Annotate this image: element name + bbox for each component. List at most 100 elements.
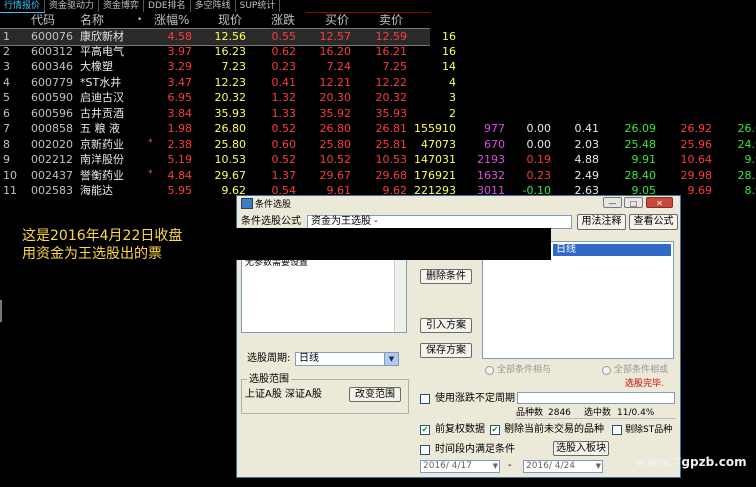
exclude-st-checkbox[interactable] — [612, 425, 622, 435]
col-flag: • — [137, 15, 143, 25]
radio-all-or[interactable] — [602, 366, 611, 375]
cell-ask: 12.59 — [375, 30, 408, 43]
cell-price: 26.80 — [214, 122, 247, 135]
chevron-down-icon[interactable]: ▼ — [384, 353, 398, 365]
cell-f4: 25.48 — [624, 137, 657, 151]
cell-ask: 20.32 — [375, 91, 408, 104]
cell-price: 10.53 — [214, 153, 247, 166]
annotation-line-1: 这是2016年4月22日收盘 — [22, 228, 183, 244]
cell-code: 000858 — [31, 122, 73, 135]
formula-label: 条件选股公式 — [241, 216, 301, 227]
cell-f3: 2.49 — [574, 168, 600, 182]
formula-select[interactable]: 资金为王选股 - — [307, 215, 572, 229]
table-row[interactable]: 7 000858 五 粮 液 1.98 26.80 0.52 26.80 26.81 15591… — [0, 121, 756, 137]
cell-name: 誉衡药业 — [80, 168, 124, 182]
cell-ask: 7.25 — [382, 60, 408, 73]
period-value: 日线 — [299, 353, 319, 364]
date-to-field[interactable]: 2016/ 4/24 ▼ — [523, 460, 603, 473]
cell-price: 29.67 — [214, 168, 247, 182]
cell-name: 康欣新材 — [80, 30, 124, 43]
minimize-button[interactable]: — — [603, 197, 622, 208]
date-to-value: 2016/ 4/24 — [526, 461, 576, 471]
cell-bid: 20.30 — [319, 91, 352, 104]
cell-pct: 3.84 — [167, 106, 193, 120]
table-row[interactable]: 6 600596 古井贡酒 3.84 35.93 1.33 35.92 35.93 2 — [0, 106, 456, 122]
cell-f4: 28.40 — [624, 168, 657, 182]
cell-code: 600596 — [31, 106, 73, 120]
table-row[interactable]: 3 600346 大橡塑 3.29 7.23 0.23 7.24 7.25 14 — [0, 59, 456, 75]
cell-code: 600590 — [31, 91, 73, 104]
date-from-field[interactable]: 2016/ 4/17 ▼ — [420, 460, 500, 473]
time-range-label: 时间段内满足条件 — [435, 444, 515, 455]
table-row[interactable]: 5 600590 启迪古汉 6.95 20.32 1.32 20.30 20.32 3 — [0, 90, 456, 106]
tab-long-short[interactable]: 多空阵线 — [191, 0, 236, 12]
table-row[interactable]: 8 002020 京新药业 2.38 25.80 0.60 25.80 25.81 47073 6… — [0, 137, 756, 153]
unfixed-period-checkbox[interactable] — [420, 394, 430, 404]
tab-quotes[interactable]: 行情报价 — [0, 0, 46, 13]
tab-sup-stats[interactable]: SUP统计 — [236, 0, 281, 12]
cell-ask: 26.81 — [375, 122, 408, 135]
cell-f2: 0.19 — [526, 153, 552, 166]
usage-notes-button[interactable]: 用法注释 — [577, 214, 626, 230]
condition-list-item-label: 日线 — [556, 244, 576, 255]
cell-code: 002020 — [31, 137, 73, 151]
forward-adjust-checkbox[interactable]: ✔ — [420, 425, 430, 435]
delete-condition-button[interactable]: 删除条件 — [420, 269, 472, 284]
cell-pct: 4.58 — [167, 30, 193, 43]
to-block-button[interactable]: 选股入板块 — [553, 441, 609, 456]
tab-fund-game[interactable]: 资金博弈 — [99, 0, 145, 12]
params-scrollbar[interactable] — [394, 252, 406, 332]
annotation-line-2: 用资金为王选股出的票 — [22, 246, 162, 262]
cell-chg: 0.62 — [271, 44, 297, 58]
tab-fund-drive[interactable]: 资金驱动力 — [45, 0, 100, 12]
cell-flag: * — [148, 137, 153, 148]
radio-all-and[interactable] — [485, 366, 494, 375]
cell-code: 600346 — [31, 60, 73, 73]
table-row[interactable]: 10 002437 誉衡药业 4.84 29.67 1.37 29.67 29.68 17692… — [0, 168, 756, 184]
save-scheme-button[interactable]: 保存方案 — [420, 343, 472, 358]
import-scheme-button[interactable]: 引入方案 — [420, 318, 472, 333]
unfixed-period-label: 使用涨跌不定周期 — [435, 393, 515, 404]
period-select[interactable]: 日线 ▼ — [295, 352, 399, 366]
dialog-titlebar[interactable]: 条件选股 — □ ✕ — [237, 196, 680, 210]
condition-list-item[interactable]: 日线 — [553, 244, 671, 256]
cell-vol: 4 — [449, 75, 456, 89]
cell-pct: 4.84 — [167, 168, 193, 182]
date-from-chevron-icon[interactable]: ▼ — [493, 461, 498, 471]
change-range-button[interactable]: 改变范围 — [349, 387, 401, 402]
table-row[interactable]: 2 600312 平高电气 3.97 16.23 0.62 16.20 16.21 16 — [0, 44, 456, 60]
close-button[interactable]: ✕ — [646, 197, 673, 208]
cell-price: 20.32 — [214, 91, 247, 104]
cell-price: 16.23 — [214, 44, 247, 58]
exclude-suspended-checkbox[interactable]: ✔ — [490, 425, 500, 435]
col-name[interactable]: 名称 — [80, 13, 104, 28]
cell-bid: 12.57 — [319, 30, 352, 43]
maximize-button[interactable]: □ — [624, 197, 643, 208]
col-ask[interactable]: 卖价 — [379, 13, 403, 28]
col-pct[interactable]: 涨幅% — [154, 13, 189, 28]
cell-name: *ST水井 — [80, 75, 122, 89]
cell-no: 9 — [3, 153, 10, 166]
cell-no: 1 — [3, 30, 10, 43]
table-row[interactable]: 4 600779 *ST水井 3.47 12.23 0.41 12.21 12.22 4 — [0, 75, 456, 91]
date-to-chevron-icon[interactable]: ▼ — [596, 461, 601, 471]
cell-f6: 9.9 — [744, 153, 756, 166]
col-price[interactable]: 现价 — [218, 13, 242, 28]
col-change[interactable]: 涨跌 — [271, 13, 295, 28]
cell-f3: 4.88 — [574, 153, 600, 166]
table-row[interactable]: 9 002212 南洋股份 5.19 10.53 0.52 10.52 10.53 147031… — [0, 152, 756, 168]
tab-dde-rank[interactable]: DDE排名 — [144, 0, 191, 12]
watermark: www.7gpzb.com — [636, 455, 747, 469]
col-code[interactable]: 代码 — [31, 13, 55, 28]
col-bid[interactable]: 买价 — [325, 13, 349, 28]
exclude-st-label: 剔除ST品种 — [625, 425, 673, 435]
unfixed-period-field[interactable] — [517, 392, 675, 404]
time-range-checkbox[interactable] — [420, 445, 430, 455]
cell-pct: 3.97 — [167, 44, 193, 58]
cell-f5: 26.92 — [680, 122, 713, 135]
view-formula-button[interactable]: 查看公式 — [629, 214, 678, 230]
cell-bid: 16.20 — [319, 44, 352, 58]
cell-ask: 25.81 — [375, 137, 408, 151]
cell-f6: 28.3 — [737, 168, 756, 182]
cell-ask: 12.22 — [375, 75, 408, 89]
